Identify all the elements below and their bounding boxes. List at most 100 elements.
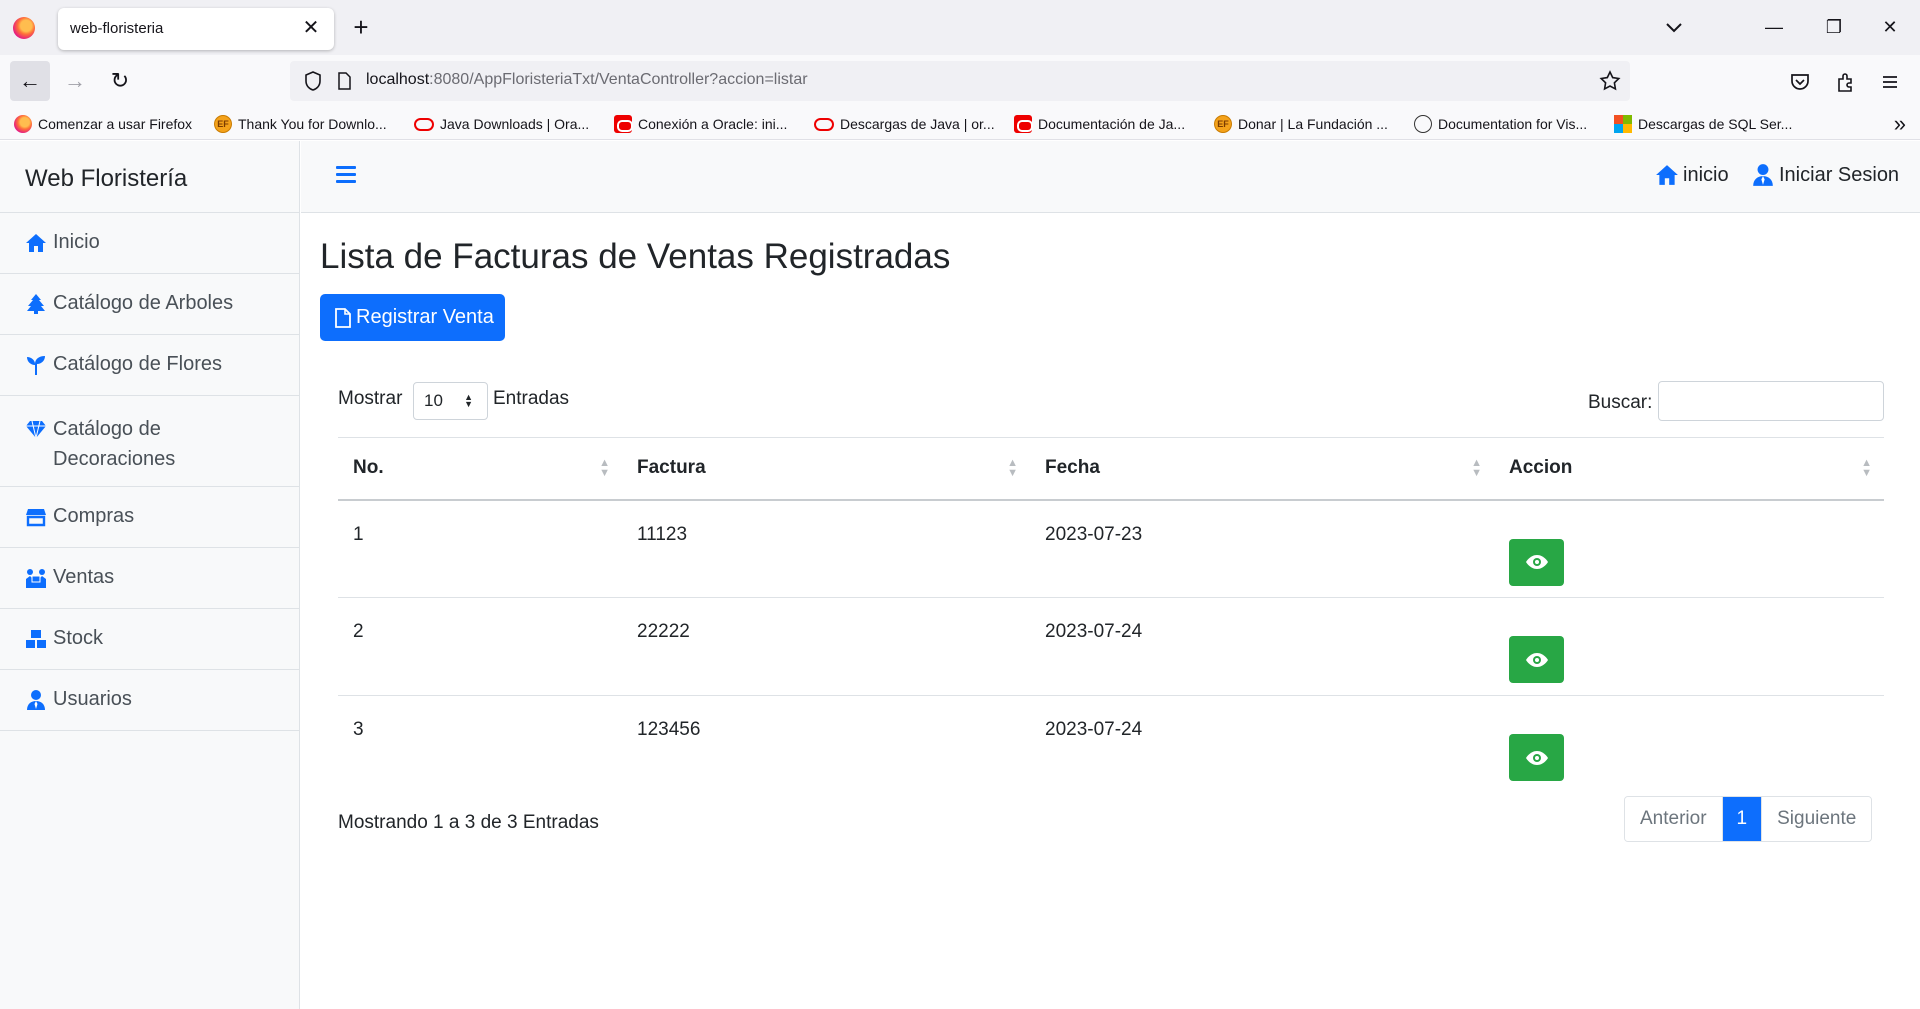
bookmark-star-icon[interactable]	[1598, 69, 1622, 93]
tab-title: web-floristeria	[70, 20, 164, 37]
bookmark-item[interactable]: Java Downloads | Ora...	[414, 113, 589, 135]
sort-icon: ▲ ▼	[1471, 457, 1482, 479]
firefox-icon[interactable]	[13, 17, 35, 39]
sidebar-item-stock[interactable]: Stock	[0, 609, 299, 670]
search-input[interactable]	[1658, 381, 1884, 421]
user-icon	[1753, 164, 1773, 186]
bookmark-item[interactable]: Comenzar a usar Firefox	[14, 113, 192, 135]
cell-accion	[1494, 696, 1884, 794]
home-icon	[25, 232, 49, 254]
bookmark-item[interactable]: EF Donar | La Fundación ...	[1214, 113, 1388, 135]
column-header-label: Accion	[1509, 457, 1573, 479]
home-link-label: inicio	[1683, 163, 1729, 186]
cell-no: 2	[338, 597, 622, 696]
length-label: Mostrar	[338, 388, 403, 409]
cell-factura: 22222	[622, 597, 1030, 696]
sidebar-item-label: Catálogo de Decoraciones	[53, 418, 176, 470]
seedling-icon	[25, 354, 49, 376]
chevron-down-icon[interactable]	[1660, 14, 1688, 42]
cell-fecha: 2023-07-24	[1045, 719, 1143, 740]
tree-icon	[25, 293, 49, 315]
back-arrow-icon[interactable]: ←	[10, 61, 50, 101]
close-tab-icon[interactable]: ✕	[298, 15, 324, 41]
search-label: Buscar:	[1588, 392, 1653, 413]
restore-icon[interactable]: ❐	[1812, 10, 1856, 44]
pocket-icon[interactable]	[1788, 70, 1812, 94]
cell-accion	[1494, 597, 1884, 696]
minimize-icon[interactable]: —	[1752, 10, 1796, 44]
next-page-button[interactable]: Siguiente	[1761, 797, 1872, 841]
url-path: :8080/AppFloristeriaTxt/VentaController?…	[429, 71, 808, 88]
view-button[interactable]	[1509, 636, 1564, 683]
menu-icon[interactable]	[1878, 70, 1902, 94]
new-tab-icon[interactable]: +	[348, 12, 374, 42]
sidebar-item-label: Stock	[53, 627, 104, 649]
table-info: Mostrando 1 a 3 de 3 Entradas	[338, 812, 599, 833]
chevron-double-right-icon[interactable]: »	[1894, 111, 1906, 137]
column-header-factura[interactable]: Factura ▲ ▼	[622, 437, 1030, 501]
page-icon[interactable]	[334, 71, 354, 91]
sidebar-item-inicio[interactable]: Inicio	[0, 213, 299, 274]
reload-icon[interactable]: ↻	[100, 61, 140, 101]
bookmark-item[interactable]: Descargas de Java | or...	[814, 113, 995, 135]
bookmark-item[interactable]: EF Thank You for Downlo...	[214, 113, 387, 135]
cell-fecha: 2023-07-24	[1030, 597, 1494, 696]
shield-icon[interactable]	[302, 70, 324, 92]
cell-no: 1	[338, 499, 622, 598]
sidebar-item-arboles[interactable]: Catálogo de Arboles	[0, 274, 299, 335]
url-text[interactable]: localhost:8080/AppFloristeriaTxt/VentaCo…	[366, 71, 808, 89]
bookmark-label: Conexión a Oracle: ini...	[638, 116, 788, 132]
entries-select[interactable]: 10 ▲ ▼	[413, 382, 488, 420]
pagination: Anterior 1 Siguiente	[1624, 796, 1873, 842]
bookmark-item[interactable]: Descargas de SQL Ser...	[1614, 113, 1792, 135]
bookmark-item[interactable]: Conexión a Oracle: ini...	[614, 113, 787, 135]
brand-title[interactable]: Web Floristería	[0, 141, 299, 213]
sidebar-item-flores[interactable]: Catálogo de Flores	[0, 335, 299, 396]
login-link-label: Iniciar Sesion	[1779, 163, 1900, 186]
store-icon	[25, 506, 49, 528]
forward-arrow-icon[interactable]: →	[55, 61, 95, 101]
sidebar-item-compras[interactable]: Compras	[0, 487, 299, 548]
file-icon	[335, 307, 351, 328]
column-header-fecha[interactable]: Fecha ▲ ▼	[1030, 437, 1494, 501]
sidebar-item-usuarios[interactable]: Usuarios	[0, 670, 299, 731]
sort-icon: ▲ ▼	[1007, 457, 1018, 479]
previous-page-button[interactable]: Anterior	[1625, 797, 1723, 841]
cell-fecha: 2023-07-23	[1030, 499, 1494, 598]
view-button[interactable]	[1509, 538, 1564, 586]
sidebar-item-label: Ventas	[53, 566, 115, 588]
length-suffix: Entradas	[493, 388, 570, 409]
table-row: 3 123456 2023-07-24	[338, 696, 1884, 794]
column-header-accion[interactable]: Accion ▲ ▼	[1494, 437, 1884, 501]
home-link[interactable]: inicio	[1655, 163, 1729, 187]
bookmark-label: Documentation for Vis...	[1438, 116, 1588, 132]
browser-tab[interactable]: web-floristeria ✕	[58, 8, 334, 50]
sort-icon: ▲ ▼	[1861, 457, 1872, 479]
entries-select-value: 10	[424, 391, 443, 410]
eye-icon	[1525, 750, 1548, 765]
url-bar[interactable]: localhost:8080/AppFloristeriaTxt/VentaCo…	[290, 61, 1630, 101]
browser-nav-bar: ← → ↻ localhost:8080/AppFloristeriaTxt/V…	[0, 55, 1920, 108]
window-close-icon[interactable]: ✕	[1868, 10, 1912, 44]
sidebar-item-ventas[interactable]: Ventas	[0, 548, 299, 609]
bookmark-item[interactable]: Documentación de Ja...	[1014, 113, 1185, 135]
login-link[interactable]: Iniciar Sesion	[1751, 163, 1899, 187]
cell-factura: 11123	[622, 499, 1030, 598]
hamburger-menu-icon[interactable]	[336, 166, 356, 186]
sidebar: Web Floristería Inicio Catálogo de Arbol…	[0, 141, 300, 1009]
column-header-label: No.	[353, 457, 384, 479]
extensions-icon[interactable]	[1834, 70, 1858, 94]
page-1-button[interactable]: 1	[1722, 797, 1762, 841]
view-button[interactable]	[1509, 734, 1564, 781]
bookmark-item[interactable]: Documentation for Vis...	[1414, 113, 1587, 135]
sidebar-item-decoraciones[interactable]: Catálogo de Decoraciones	[0, 396, 299, 487]
column-header-no[interactable]: No. ▲ ▼	[338, 437, 622, 501]
user-tie-icon	[25, 689, 49, 711]
bookmark-label: Descargas de SQL Ser...	[1638, 116, 1793, 132]
eye-icon	[1525, 652, 1548, 667]
sidebar-item-label: Usuarios	[53, 688, 132, 710]
bookmarks-bar: Comenzar a usar Firefox EF Thank You for …	[0, 108, 1920, 140]
microsoft-icon	[1614, 115, 1632, 133]
firefox-icon	[14, 115, 32, 133]
register-sale-button[interactable]: Registrar Venta	[320, 294, 505, 341]
